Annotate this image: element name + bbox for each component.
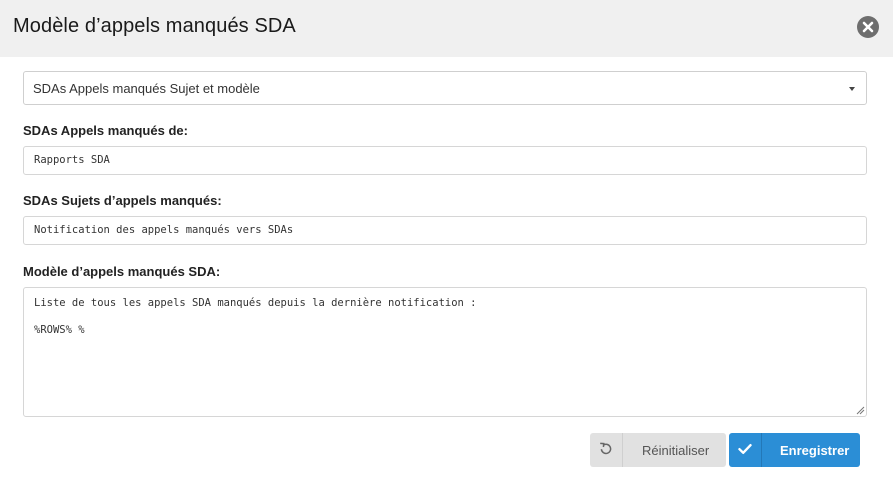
body-textarea[interactable]: Liste de tous les appels SDA manqués dep… xyxy=(23,287,867,417)
from-input[interactable]: Rapports SDA xyxy=(23,146,867,175)
caret-down-icon xyxy=(849,87,855,91)
save-icon-box xyxy=(729,433,762,467)
subject-input[interactable]: Notification des appels manqués vers SDA… xyxy=(23,216,867,245)
subject-label: SDAs Sujets d’appels manqués: xyxy=(23,193,222,208)
save-button[interactable]: Enregistrer xyxy=(729,433,860,467)
close-button[interactable] xyxy=(857,16,879,38)
body-line: Liste de tous les appels SDA manqués dep… xyxy=(34,297,477,309)
body-label: Modèle d’appels manqués SDA: xyxy=(23,264,221,279)
save-label: Enregistrer xyxy=(780,443,850,458)
template-select-value: SDAs Appels manqués Sujet et modèle xyxy=(33,81,260,96)
from-label: SDAs Appels manqués de: xyxy=(23,123,188,138)
from-input-value: Rapports SDA xyxy=(34,154,110,166)
subject-input-value: Notification des appels manqués vers SDA… xyxy=(34,224,294,236)
check-icon xyxy=(738,444,752,454)
dialog-title: Modèle d’appels manqués SDA xyxy=(13,15,296,37)
dialog-header: Modèle d’appels manqués SDA xyxy=(0,0,893,57)
body-line: %ROWS% % xyxy=(34,324,85,336)
reset-label: Réinitialiser xyxy=(642,443,710,458)
reset-button[interactable]: Réinitialiser xyxy=(590,433,726,467)
reset-icon-box xyxy=(590,433,623,467)
resize-grip-icon[interactable] xyxy=(856,406,865,415)
undo-icon xyxy=(600,442,612,455)
close-icon xyxy=(862,21,874,33)
template-select[interactable]: SDAs Appels manqués Sujet et modèle xyxy=(23,71,867,105)
